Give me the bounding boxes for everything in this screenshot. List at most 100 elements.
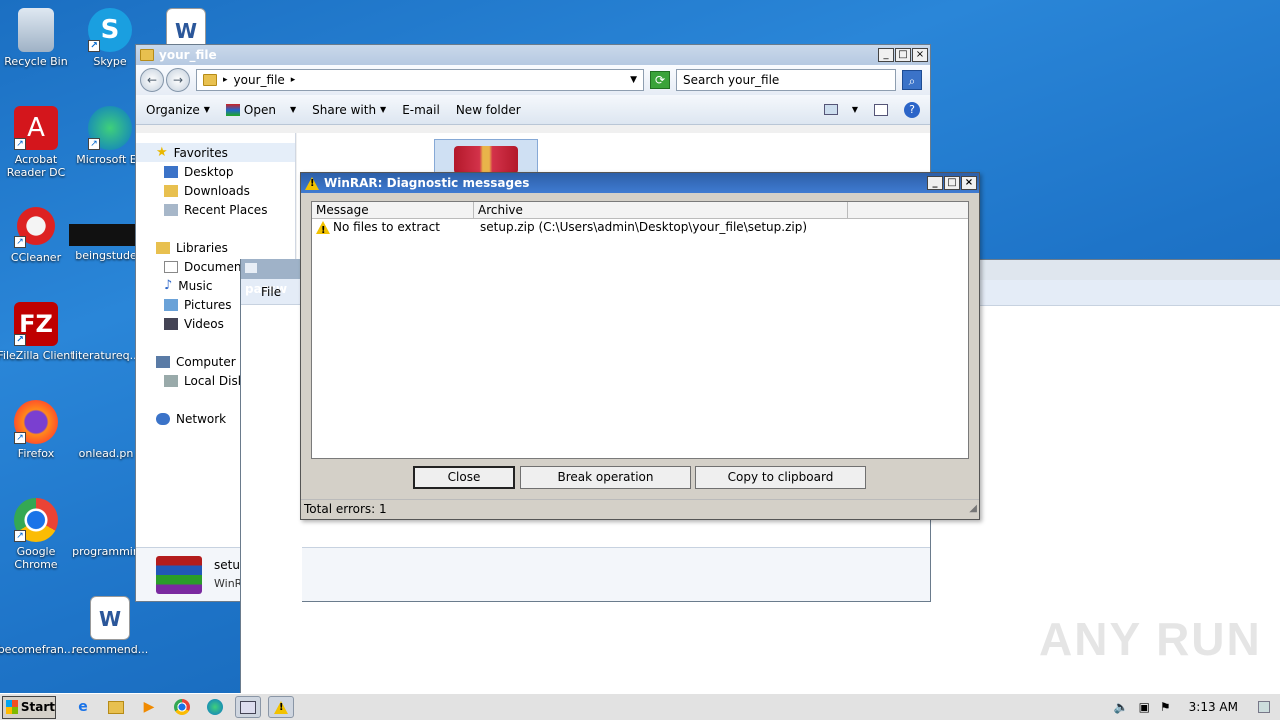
nav-libraries[interactable]: Libraries	[136, 238, 295, 257]
status-bar: Total errors: 1 ◢	[301, 499, 979, 519]
maximize-button[interactable]: □	[895, 48, 911, 62]
winrar-icon	[225, 103, 240, 116]
action-center-flag-icon[interactable]: ⚑	[1160, 700, 1171, 714]
desktop-icon-label: Recycle Bin	[4, 55, 68, 68]
nav-label: Desktop	[184, 164, 234, 179]
desktop-icon-label: Firefox	[17, 447, 55, 460]
column-header-extra[interactable]	[848, 202, 968, 218]
address-row: ← → ▸ your_file ▸ ▼ ⟳ Search your_file ⌕	[136, 65, 930, 95]
documents-icon	[164, 260, 178, 273]
taskbar-item-winrar-warning[interactable]	[268, 696, 294, 718]
messages-list[interactable]: Message Archive No files to extract setu…	[311, 201, 969, 459]
folder-icon	[203, 74, 217, 86]
desktop-icon-firefox[interactable]: ↗ Firefox	[0, 400, 76, 460]
dialog-titlebar[interactable]: WinRAR: Diagnostic messages _ □ ×	[301, 173, 979, 193]
background-window-overlap: passw File	[240, 259, 302, 694]
nav-label: Music	[178, 278, 213, 293]
address-text: your_file	[233, 73, 285, 87]
explorer-titlebar[interactable]: your_file _ □ ×	[136, 45, 930, 65]
word-document-icon: W	[90, 596, 130, 640]
menu-file[interactable]: File	[261, 285, 281, 299]
desktop-icon-acrobat[interactable]: A ↗ Acrobat Reader DC	[0, 106, 76, 179]
desktop-icon-beingstude[interactable]: beingstude	[66, 204, 146, 262]
close-button[interactable]: ×	[961, 176, 977, 190]
clock[interactable]: 3:13 AM	[1189, 700, 1238, 714]
show-desktop-button[interactable]	[1258, 701, 1270, 713]
chevron-down-icon: ▼	[203, 105, 210, 114]
nav-label: Videos	[184, 316, 224, 331]
forward-button[interactable]: →	[166, 68, 190, 92]
chrome-logo	[174, 699, 190, 715]
black-file-icon	[69, 224, 143, 246]
chevron-down-icon: ▼	[380, 105, 387, 114]
nav-label: Downloads	[184, 183, 250, 198]
desktop-icon-recommend[interactable]: W recommend...	[70, 596, 150, 656]
message-text: No files to extract	[333, 220, 440, 234]
close-button[interactable]: Close	[413, 466, 515, 489]
desktop-icon-becomefran[interactable]: becomefran...	[0, 596, 76, 656]
organize-button[interactable]: Organize ▼	[146, 103, 210, 117]
system-tray: 🔈 ▣ ⚑ 3:13 AM	[1114, 700, 1280, 714]
resize-grip-icon[interactable]: ◢	[969, 499, 977, 518]
nav-desktop[interactable]: Desktop	[136, 162, 295, 181]
network-icon[interactable]: ▣	[1139, 700, 1150, 714]
nav-label: Libraries	[176, 240, 228, 255]
minimize-button[interactable]: _	[927, 176, 943, 190]
edge-icon[interactable]	[202, 696, 228, 718]
taskbar-item-window[interactable]	[235, 696, 261, 718]
share-with-button[interactable]: Share with ▼	[312, 103, 386, 117]
maximize-button[interactable]: □	[944, 176, 960, 190]
nav-favorites[interactable]: ★ Favorites	[136, 143, 295, 162]
folder-icon	[108, 700, 124, 714]
break-operation-button[interactable]: Break operation	[520, 466, 691, 489]
minimize-button[interactable]: _	[878, 48, 894, 62]
desktop-icon-label: becomefran...	[0, 643, 75, 656]
help-button[interactable]: ?	[904, 101, 920, 118]
desktop-icon-literatureq[interactable]: literatureq...	[66, 302, 146, 362]
email-button[interactable]: E-mail	[402, 103, 440, 117]
chevron-down-icon[interactable]: ▼	[630, 75, 637, 85]
file-explorer-icon[interactable]	[103, 696, 129, 718]
media-player-icon[interactable]: ▶	[136, 696, 162, 718]
column-header-message[interactable]: Message	[312, 202, 474, 218]
close-button[interactable]: ×	[912, 48, 928, 62]
address-bar[interactable]: ▸ your_file ▸ ▼	[196, 69, 644, 91]
new-folder-button[interactable]: New folder	[456, 103, 521, 117]
list-item[interactable]: No files to extract setup.zip (C:\Users\…	[312, 219, 968, 239]
blank-file-icon	[84, 302, 128, 346]
desktop-icon-label: programmin	[72, 545, 140, 558]
nav-recent-places[interactable]: Recent Places	[136, 200, 295, 219]
share-with-label: Share with	[312, 102, 377, 117]
downloads-icon	[164, 184, 178, 197]
search-input[interactable]: Search your_file	[676, 69, 896, 91]
view-options[interactable]: ▼	[823, 104, 858, 115]
refresh-button[interactable]: ⟳	[650, 71, 670, 89]
acrobat-reader-icon: A ↗	[14, 106, 58, 150]
desktop-icon-ccleaner[interactable]: ↗ CCleaner	[0, 204, 76, 264]
nav-label: Recent Places	[184, 202, 268, 217]
column-header-archive[interactable]: Archive	[474, 202, 848, 218]
filezilla-icon: FZ ↗	[14, 302, 58, 346]
desktop-icon-filezilla[interactable]: FZ ↗ FileZilla Client	[0, 302, 76, 362]
internet-explorer-icon[interactable]: e	[70, 696, 96, 718]
ccleaner-icon: ↗	[14, 204, 58, 248]
nav-label: Pictures	[184, 297, 232, 312]
back-button[interactable]: ←	[140, 68, 164, 92]
copy-to-clipboard-button[interactable]: Copy to clipboard	[695, 466, 866, 489]
desktop-icon-recycle-bin[interactable]: Recycle Bin	[0, 8, 76, 68]
nav-downloads[interactable]: Downloads	[136, 181, 295, 200]
desktop-icon-programmin[interactable]: programmin	[66, 498, 146, 558]
volume-icon[interactable]: 🔈	[1114, 700, 1129, 714]
search-icon[interactable]: ⌕	[902, 70, 922, 90]
preview-pane-button[interactable]	[874, 103, 888, 116]
desktop-icon-chrome[interactable]: ↗ Google Chrome	[0, 498, 76, 571]
folder-icon	[140, 49, 154, 61]
desktop-icon-label: FileZilla Client	[0, 349, 75, 362]
chrome-icon[interactable]	[169, 696, 195, 718]
start-button[interactable]: Start	[2, 695, 56, 719]
computer-icon	[156, 355, 170, 368]
videos-icon	[164, 317, 178, 330]
winrar-diagnostic-dialog[interactable]: WinRAR: Diagnostic messages _ □ × Messag…	[300, 172, 980, 520]
open-button[interactable]: Open ▼	[225, 103, 296, 117]
desktop-icon-onlead[interactable]: onlead.pn	[66, 400, 146, 460]
